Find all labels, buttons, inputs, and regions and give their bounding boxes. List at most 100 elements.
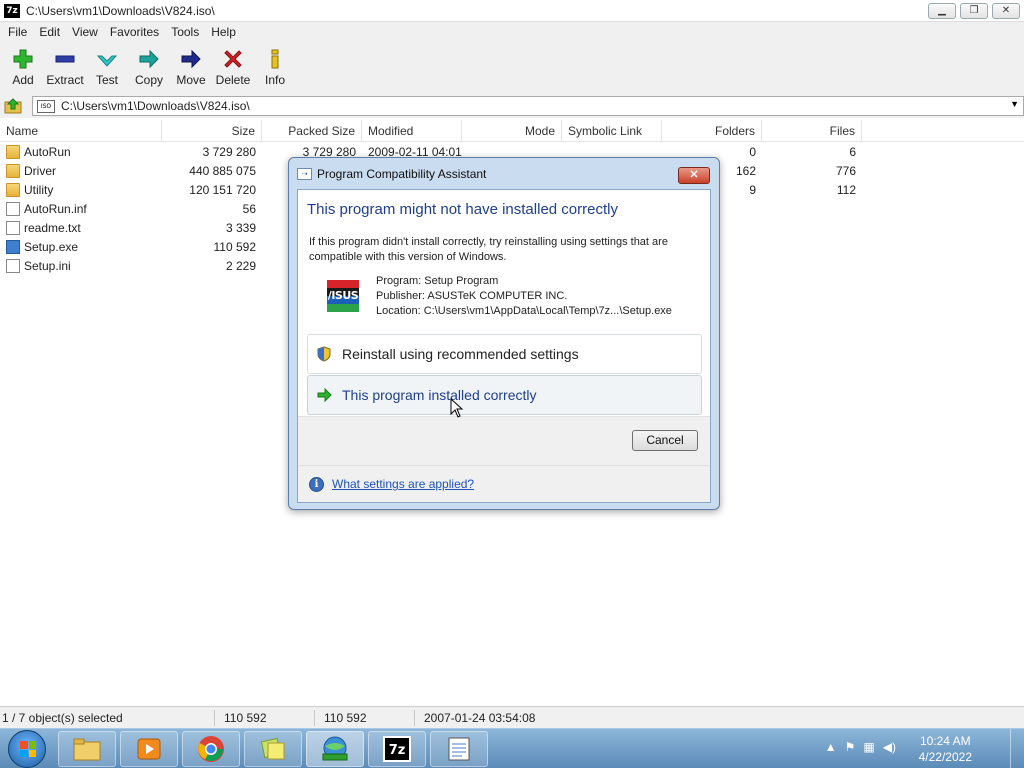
installed-correctly-option[interactable]: This program installed correctly (307, 375, 702, 415)
installed-correctly-option-label: This program installed correctly (342, 387, 537, 403)
program-publisher: Publisher: ASUSTeK COMPUTER INC. (376, 290, 568, 302)
clock-date: 4/22/2022 (918, 750, 972, 764)
info-button[interactable]: Info (254, 42, 296, 94)
windows-logo-icon (20, 741, 36, 757)
taskbar-setup-program[interactable] (306, 731, 364, 767)
folder-icon (6, 145, 20, 159)
menu-file[interactable]: File (2, 25, 33, 39)
column-modified[interactable]: Modified (362, 120, 462, 142)
settings-file-icon (6, 259, 20, 273)
status-bar: 1 / 7 object(s) selected 110 592 110 592… (0, 706, 1024, 728)
menu-favorites[interactable]: Favorites (104, 25, 165, 39)
mouse-cursor-icon (450, 398, 464, 418)
taskbar-seven-zip[interactable]: 7z (368, 731, 426, 767)
column-folders[interactable]: Folders (662, 120, 762, 142)
dialog-command-area: Cancel i What settings are applied? (298, 416, 710, 502)
taskbar-chrome[interactable] (182, 731, 240, 767)
address-field[interactable]: ISO C:\Users\vm1\Downloads\V824.iso\ ▼ (32, 96, 1024, 116)
delete-button[interactable]: Delete (212, 42, 254, 94)
action-center-flag-icon[interactable]: ⚑ (845, 740, 856, 754)
settings-file-icon (6, 202, 20, 216)
seven-zip-app-icon: 7z (4, 3, 20, 18)
file-files: 6 (849, 145, 856, 159)
extract-button[interactable]: Extract (44, 42, 86, 94)
reinstall-option[interactable]: Reinstall using recommended settings (307, 334, 702, 374)
info-label: Info (264, 73, 285, 87)
column-name[interactable]: Name (0, 120, 162, 142)
media-player-icon (137, 738, 161, 760)
add-button[interactable]: Add (2, 42, 44, 94)
status-size: 110 592 (224, 711, 267, 725)
toolbar: Add Extract Test Copy Move Delete Info (0, 42, 1024, 94)
taskbar-notepad[interactable] (430, 731, 488, 767)
compatibility-dialog: ⇢ Program Compatibility Assistant ✕ This… (288, 157, 720, 510)
program-location: Location: C:\Users\vm1\AppData\Local\Tem… (376, 305, 672, 317)
test-button[interactable]: Test (86, 42, 128, 94)
file-name: AutoRun (24, 145, 71, 159)
taskbar: 7z ▲ ⚑ ▦ ◀) 10:24 AM 4/22/2022 (0, 728, 1024, 768)
dialog-close-button[interactable]: ✕ (678, 167, 710, 184)
file-size: 56 (242, 202, 256, 216)
chevron-down-icon[interactable]: ▼ (1010, 99, 1019, 109)
sticky-notes-icon (260, 737, 285, 760)
taskbar-media-player[interactable] (120, 731, 178, 767)
file-size: 440 885 075 (189, 164, 256, 178)
title-bar: 7z C:\Users\vm1\Downloads\V824.iso\ ▁ ❐ … (0, 0, 1024, 22)
installer-globe-icon (322, 736, 348, 761)
minus-icon (53, 48, 77, 70)
address-path: C:\Users\vm1\Downloads\V824.iso\ (61, 99, 250, 113)
start-button[interactable] (8, 730, 46, 768)
shield-icon (317, 346, 331, 362)
file-name: Utility (24, 183, 54, 197)
program-info: Program: Setup Program Publisher: ASUSTe… (376, 274, 672, 319)
delete-x-icon (221, 48, 245, 70)
file-size: 2 229 (225, 259, 256, 273)
clock[interactable]: 10:24 AM 4/22/2022 (919, 733, 972, 765)
reinstall-option-label: Reinstall using recommended settings (342, 346, 579, 362)
settings-applied-link[interactable]: What settings are applied? (332, 477, 474, 491)
file-size: 3 729 280 (202, 145, 256, 159)
asus-logo-text: /ISUS (327, 289, 359, 302)
test-label: Test (95, 73, 118, 87)
restore-button[interactable]: ❐ (960, 3, 988, 19)
column-packed-size[interactable]: Packed Size (262, 120, 362, 142)
file-size: 120 151 720 (189, 183, 256, 197)
status-packed-size: 110 592 (324, 711, 367, 725)
status-modified: 2007-01-24 03:54:08 (424, 711, 536, 725)
column-files[interactable]: Files (762, 120, 862, 142)
dialog-title-bar: ⇢ Program Compatibility Assistant (297, 165, 486, 183)
list-header: Name Size Packed Size Modified Mode Symb… (0, 120, 1024, 142)
iso-icon: ISO (37, 99, 55, 113)
plus-icon (11, 48, 35, 70)
minimize-button[interactable]: ▁ (928, 3, 956, 19)
menu-help[interactable]: Help (205, 25, 242, 39)
file-name: Setup.exe (24, 240, 79, 254)
menu-edit[interactable]: Edit (33, 25, 66, 39)
address-bar: ISO C:\Users\vm1\Downloads\V824.iso\ ▼ (0, 94, 1024, 118)
cancel-button[interactable]: Cancel (632, 430, 698, 451)
dialog-message: If this program didn't install correctly… (309, 236, 668, 263)
status-divider (314, 710, 315, 726)
dialog-divider (298, 465, 710, 466)
file-name: Driver (24, 164, 56, 178)
program-name: Program: Setup Program (376, 275, 499, 287)
dialog-heading: This program might not have installed co… (307, 201, 618, 218)
show-desktop-button[interactable] (1010, 729, 1024, 768)
volume-icon[interactable]: ◀) (883, 740, 896, 754)
close-window-button[interactable]: ✕ (992, 3, 1020, 19)
info-icon: i (309, 477, 324, 492)
taskbar-sticky-notes[interactable] (244, 731, 302, 767)
network-icon[interactable]: ▦ (863, 740, 874, 754)
column-mode[interactable]: Mode (462, 120, 562, 142)
menu-view[interactable]: View (66, 25, 104, 39)
taskbar-explorer[interactable] (58, 731, 116, 767)
menu-tools[interactable]: Tools (165, 25, 205, 39)
column-symbolic-link[interactable]: Symbolic Link (562, 120, 662, 142)
column-size[interactable]: Size (162, 120, 262, 142)
chrome-icon (198, 736, 224, 762)
move-button[interactable]: Move (170, 42, 212, 94)
copy-button[interactable]: Copy (128, 42, 170, 94)
show-hidden-icons-icon[interactable]: ▲ (825, 740, 837, 754)
up-folder-icon[interactable] (2, 95, 24, 117)
move-label: Move (176, 73, 206, 87)
